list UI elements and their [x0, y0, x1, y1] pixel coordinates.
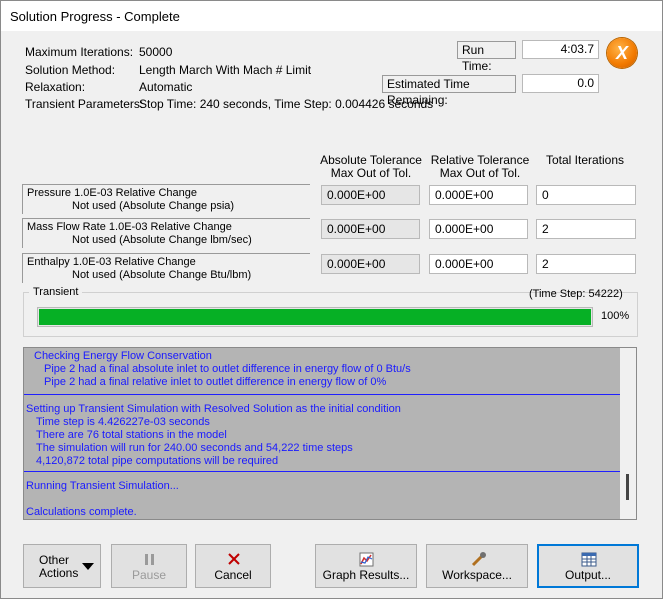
enthalpy-rel-tol: 0.000E+00 — [429, 254, 528, 274]
graph-results-label: Graph Results... — [322, 568, 410, 582]
transient-progress-fill — [39, 309, 591, 325]
pressure-row-line1: Pressure 1.0E-03 Relative Change — [27, 187, 197, 199]
time-step-count: (Time Step: 54222) — [529, 288, 623, 300]
massflow-row-line2: Not used (Absolute Change lbm/sec) — [72, 234, 252, 246]
solution-progress-window: Solution Progress - Complete Maximum Ite… — [0, 0, 663, 599]
pause-label: Pause — [131, 568, 167, 582]
enthalpy-abs-tol: 0.000E+00 — [321, 254, 420, 274]
log-scrollbar-thumb[interactable] — [626, 474, 629, 500]
window-title: Solution Progress - Complete — [10, 9, 180, 24]
cancel-label: Cancel — [214, 568, 252, 582]
solution-log[interactable]: Checking Energy Flow Conservation Pipe 2… — [23, 347, 637, 520]
log-line: Setting up Transient Simulation with Res… — [26, 403, 401, 415]
solution-method-label: Solution Method: — [25, 63, 116, 77]
enthalpy-iterations: 2 — [536, 254, 636, 274]
workspace-label: Workspace... — [442, 568, 512, 582]
output-button[interactable]: Output... — [537, 544, 639, 588]
pressure-rel-tol: 0.000E+00 — [429, 185, 528, 205]
other-actions-button[interactable]: Other Actions — [23, 544, 101, 588]
dropdown-arrow-icon — [82, 563, 94, 570]
max-iterations-label: Maximum Iterations: — [25, 45, 134, 59]
log-line: Checking Energy Flow Conservation — [34, 350, 212, 362]
log-line: 4,120,872 total pipe computations will b… — [36, 455, 279, 467]
rel-tol-header: Relative Tolerance Max Out of Tol. — [425, 154, 535, 180]
log-separator — [24, 394, 620, 395]
abs-tol-header: Absolute Tolerance Max Out of Tol. — [317, 154, 425, 180]
solution-method-value: Length March With Mach # Limit — [139, 63, 312, 77]
log-line: The simulation will run for 240.00 secon… — [36, 442, 353, 454]
close-x-letter: X — [615, 43, 628, 63]
enthalpy-row-line2: Not used (Absolute Change Btu/lbm) — [72, 269, 252, 281]
massflow-row-label: Mass Flow Rate 1.0E-03 Relative Change N… — [22, 218, 310, 248]
graph-chart-icon — [359, 552, 374, 567]
pause-button[interactable]: Pause — [111, 544, 187, 588]
max-iterations-value: 50000 — [139, 45, 173, 59]
title-bar: Solution Progress - Complete — [1, 1, 662, 31]
workspace-button[interactable]: Workspace... — [426, 544, 528, 588]
transient-progress-bar — [37, 307, 593, 327]
workspace-tool-icon — [471, 552, 486, 567]
log-line: Pipe 2 had a final absolute inlet to out… — [44, 363, 411, 375]
other-actions-line1: Other — [39, 553, 70, 567]
cancel-x-icon — [228, 553, 240, 565]
output-label: Output... — [564, 568, 612, 582]
output-table-icon — [581, 552, 597, 567]
log-line: Time step is 4.426227e-03 seconds — [36, 416, 210, 428]
log-scrollbar[interactable] — [620, 348, 636, 519]
pressure-iterations: 0 — [536, 185, 636, 205]
run-time-label: Run Time: — [457, 41, 516, 73]
pressure-row-line2: Not used (Absolute Change psia) — [72, 200, 235, 212]
transient-params-label: Transient Parameters: — [25, 97, 144, 111]
transient-group-label: Transient — [29, 286, 83, 298]
progress-percent: 100% — [601, 310, 630, 322]
log-line: Running Transient Simulation... — [26, 480, 179, 492]
relaxation-label: Relaxation: — [25, 80, 86, 94]
other-actions-line2: Actions — [39, 566, 79, 580]
total-iterations-header: Total Iterations — [545, 153, 625, 167]
log-line: Calculations complete. — [26, 506, 137, 518]
pressure-row-label: Pressure 1.0E-03 Relative Change Not use… — [22, 184, 310, 214]
enthalpy-row-label: Enthalpy 1.0E-03 Relative Change Not use… — [22, 253, 310, 283]
massflow-rel-tol: 0.000E+00 — [429, 219, 528, 239]
rel-tol-header-line2: Max Out of Tol. — [439, 166, 521, 180]
relaxation-value: Automatic — [139, 80, 193, 94]
close-x-icon[interactable]: X — [607, 38, 637, 68]
massflow-row-line1: Mass Flow Rate 1.0E-03 Relative Change — [27, 221, 232, 233]
log-line: Pipe 2 had a final relative inlet to out… — [44, 376, 387, 388]
abs-tol-header-line2: Max Out of Tol. — [330, 166, 412, 180]
est-time-label: Estimated Time Remaining: — [382, 75, 516, 107]
pause-icon — [145, 554, 154, 565]
log-line: There are 76 total stations in the model — [36, 429, 227, 441]
massflow-abs-tol: 0.000E+00 — [321, 219, 420, 239]
pressure-abs-tol: 0.000E+00 — [321, 185, 420, 205]
graph-results-button[interactable]: Graph Results... — [315, 544, 417, 588]
enthalpy-row-line1: Enthalpy 1.0E-03 Relative Change — [27, 256, 196, 268]
massflow-iterations: 2 — [536, 219, 636, 239]
cancel-button[interactable]: Cancel — [195, 544, 271, 588]
est-time-value: 0.0 — [522, 74, 599, 93]
log-separator — [24, 471, 620, 472]
run-time-value: 4:03.7 — [522, 40, 599, 59]
